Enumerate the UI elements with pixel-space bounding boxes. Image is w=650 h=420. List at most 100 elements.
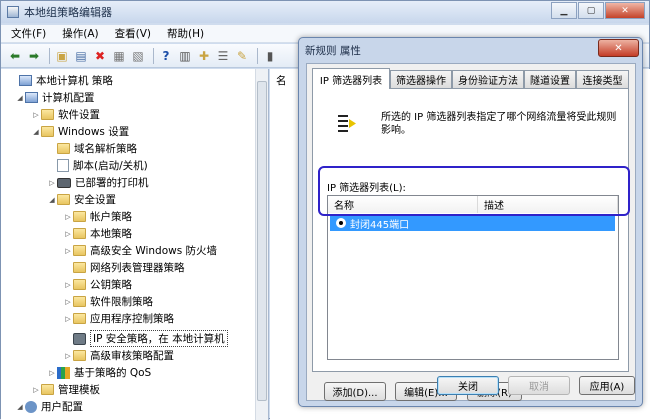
tree-node[interactable]: ▷ 基于策略的 QoS: [47, 364, 151, 381]
qos-icon: [57, 366, 70, 379]
tab-tunnel-settings[interactable]: 隧道设置: [524, 70, 576, 88]
tree-node-label: 已部署的打印机: [75, 177, 149, 189]
tree-node-label: 高级审核策略配置: [90, 350, 174, 362]
expand-arrow-icon[interactable]: ◢: [15, 403, 25, 411]
new-policy-icon[interactable]: ✚: [196, 48, 212, 64]
tab-filter-action[interactable]: 筛选器操作: [390, 70, 452, 88]
help-icon[interactable]: ?: [158, 48, 174, 64]
tree-node[interactable]: ◢ 安全设置: [47, 191, 116, 208]
tree-node[interactable]: ▷ 帐户策略: [63, 208, 132, 225]
tree-node[interactable]: 脚本(启动/关机): [47, 157, 148, 174]
printer-icon: [57, 177, 71, 188]
export-list-icon[interactable]: ▧: [130, 48, 146, 64]
expand-arrow-icon[interactable]: ▷: [63, 230, 73, 238]
tab-connection-type[interactable]: 连接类型: [576, 70, 629, 88]
tree-node-label: 软件设置: [58, 109, 100, 121]
dialog-close-button[interactable]: ✕: [598, 39, 639, 57]
assign-icon[interactable]: ✎: [234, 48, 250, 64]
back-arrow-icon[interactable]: ⬅: [7, 48, 23, 64]
tree-node[interactable]: ▷ 已部署的打印机: [47, 174, 149, 191]
filter-radio-button[interactable]: [336, 218, 346, 228]
expand-arrow-icon[interactable]: ▷: [63, 352, 73, 360]
dialog-title: 新规则 属性: [305, 45, 361, 57]
expand-arrow-icon[interactable]: ▷: [63, 298, 73, 306]
view-icon[interactable]: ▥: [177, 48, 193, 64]
dialog-body: IP 筛选器列表 筛选器操作 身份验证方法 隧道设置 连接类型 所选的 IP 筛…: [306, 63, 636, 401]
up-folder-icon[interactable]: ▣: [54, 48, 70, 64]
menu-file[interactable]: 文件(F): [5, 26, 52, 41]
tree-scrollbar[interactable]: [255, 69, 268, 420]
tree-node[interactable]: 本地计算机 策略: [9, 72, 113, 89]
cancel-button[interactable]: 取消: [508, 376, 570, 395]
expand-arrow-icon[interactable]: ▷: [63, 213, 73, 221]
tree-node[interactable]: 域名解析策略: [47, 140, 137, 157]
folder-icon: [73, 262, 86, 273]
details-column-header[interactable]: 名: [273, 73, 301, 89]
maximize-button[interactable]: ▢: [578, 2, 604, 19]
toolbar-separator: [49, 47, 50, 64]
folder-icon: [73, 211, 86, 222]
expand-arrow-icon[interactable]: ▷: [31, 111, 41, 119]
tree-node[interactable]: ▷ 高级审核策略配置: [63, 347, 174, 364]
expand-arrow-icon[interactable]: ▷: [63, 247, 73, 255]
folder-icon: [57, 194, 70, 205]
tree-scrollbar-thumb[interactable]: [257, 81, 267, 401]
tree-node[interactable]: ▷ 公钥策略: [63, 276, 132, 293]
folder-icon: [73, 245, 86, 256]
tab-auth-methods[interactable]: 身份验证方法: [452, 70, 524, 88]
expand-arrow-icon[interactable]: ▷: [47, 369, 57, 377]
tab-ip-filter-list[interactable]: IP 筛选器列表: [312, 68, 390, 89]
tree-node[interactable]: ▷ 本地策略: [63, 225, 132, 242]
tree-node[interactable]: ▷ 软件限制策略: [63, 293, 153, 310]
folder-icon: [41, 109, 54, 120]
tree-node-label: Windows 设置: [58, 126, 130, 138]
unassign-icon[interactable]: ▮: [262, 48, 278, 64]
policy-tree[interactable]: 本地计算机 策略 ◢ 计算机配置 ▷ 软件设置 ◢ Windows 设置域名解析策略 脚本(启…: [1, 69, 269, 420]
tree-node[interactable]: ▷ 应用程序控制策略: [63, 310, 174, 327]
tree-node-label: 帐户策略: [90, 211, 132, 223]
tree-node[interactable]: ▷ 管理模板: [31, 381, 100, 398]
apply-button[interactable]: 应用(A): [579, 376, 635, 395]
folder-icon: [57, 143, 70, 154]
column-header-name[interactable]: 名称: [328, 196, 478, 213]
expand-arrow-icon[interactable]: ▷: [31, 386, 41, 394]
expand-arrow-icon[interactable]: ▷: [47, 179, 57, 187]
minimize-button[interactable]: ▁: [551, 2, 577, 19]
folder-icon: [41, 126, 54, 137]
ip-filter-list[interactable]: 名称 描述 封闭445端口: [327, 195, 619, 360]
tree-node[interactable]: 网络列表管理器策略: [63, 259, 185, 276]
tree-node-label: 软件限制策略: [90, 296, 153, 308]
properties-icon[interactable]: ▦: [111, 48, 127, 64]
tree-node-label: 高级安全 Windows 防火墙: [90, 245, 218, 257]
column-header-description[interactable]: 描述: [478, 196, 618, 213]
close-window-button[interactable]: ✕: [605, 2, 645, 19]
tree-node[interactable]: ◢ Windows 设置: [31, 123, 129, 140]
menu-help[interactable]: 帮助(H): [161, 26, 210, 41]
delete-icon[interactable]: ✖: [92, 48, 108, 64]
expand-arrow-icon[interactable]: ▷: [63, 281, 73, 289]
tree-node[interactable]: ◢ 计算机配置: [15, 89, 95, 106]
expand-arrow-icon[interactable]: ◢: [47, 196, 57, 204]
filter-row[interactable]: 封闭445端口: [330, 215, 615, 231]
tree-node[interactable]: ◢ 用户配置: [15, 398, 83, 415]
expand-arrow-icon[interactable]: ◢: [15, 94, 25, 102]
user-icon: [25, 400, 37, 413]
forward-arrow-icon[interactable]: ➡: [26, 48, 42, 64]
show-tree-icon[interactable]: ▤: [73, 48, 89, 64]
manage-icon[interactable]: ☰: [215, 48, 231, 64]
tree-node-label: 本地策略: [90, 228, 132, 240]
folder-icon: [73, 296, 86, 307]
tree-node-label: 公钥策略: [90, 279, 132, 291]
tree-node-label: 管理模板: [58, 384, 100, 396]
expand-arrow-icon[interactable]: ◢: [31, 128, 41, 136]
tree-node[interactable]: ▷ 软件设置: [31, 106, 100, 123]
menu-view[interactable]: 查看(V): [109, 26, 157, 41]
add-filter-button[interactable]: 添加(D)...: [324, 382, 386, 401]
tree-node[interactable]: IP 安全策略，在 本地计算机: [63, 330, 228, 347]
menu-action[interactable]: 操作(A): [56, 26, 104, 41]
tree-node[interactable]: ▷ 高级安全 Windows 防火墙: [63, 242, 217, 259]
close-button[interactable]: 关闭: [437, 376, 499, 395]
tab-panel: 所选的 IP 筛选器列表指定了哪个网络流量将受此规则影响。 IP 筛选器列表(L…: [312, 88, 629, 372]
folder-icon: [41, 384, 54, 395]
expand-arrow-icon[interactable]: ▷: [63, 315, 73, 323]
